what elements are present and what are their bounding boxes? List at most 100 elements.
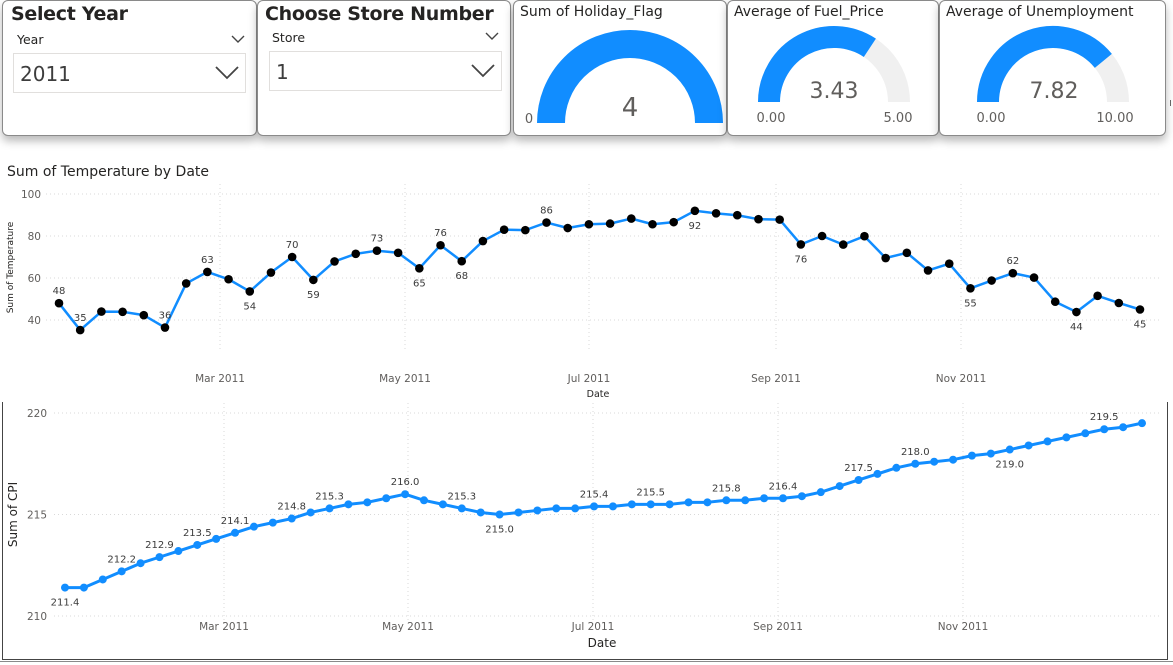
data-label: 219.5 xyxy=(1090,412,1119,423)
slicer-field-year: Year xyxy=(17,32,44,47)
divider xyxy=(0,661,1173,662)
data-point xyxy=(760,494,769,503)
data-label: 65 xyxy=(413,278,426,289)
x-tick-label: Nov 2011 xyxy=(938,621,989,633)
y-tick-label: 215 xyxy=(27,510,47,522)
store-dropdown[interactable]: 1 xyxy=(269,51,502,91)
data-point xyxy=(478,236,488,246)
x-tick-label: May 2011 xyxy=(379,373,431,385)
x-tick-label: Mar 2011 xyxy=(195,373,245,385)
data-point xyxy=(155,553,164,562)
data-label: 216.4 xyxy=(769,481,798,492)
data-point xyxy=(542,218,551,227)
x-axis-title: Date xyxy=(587,389,610,400)
data-label: 219.0 xyxy=(995,460,1024,471)
data-point xyxy=(382,494,391,503)
data-point xyxy=(457,256,467,266)
data-point xyxy=(372,246,382,255)
temperature-line-chart: 40 60 80 100 Mar 2011 May 2011 Jul 2011 Sep 201… xyxy=(6,184,1160,400)
x-tick-label: May 2011 xyxy=(382,621,434,633)
data-point xyxy=(1138,419,1146,428)
data-point xyxy=(1050,297,1060,307)
data-point xyxy=(881,253,890,263)
data-point xyxy=(923,266,933,275)
data-point xyxy=(117,567,126,576)
data-point xyxy=(816,488,825,497)
unemployment-gauge: Average of Unemployment 7.82 0.00 10.00 xyxy=(939,0,1166,136)
data-point xyxy=(330,257,339,266)
data-point xyxy=(79,583,88,592)
data-point xyxy=(669,217,678,227)
gauge-value: 7.82 xyxy=(1030,79,1079,104)
data-point xyxy=(212,534,221,543)
data-point xyxy=(1043,437,1052,446)
store-slicer: Choose Store Number Store 1 xyxy=(257,0,511,136)
data-point xyxy=(521,225,530,235)
data-point xyxy=(944,259,954,269)
data-point xyxy=(1135,305,1145,314)
data-point xyxy=(287,252,297,262)
data-point xyxy=(775,215,784,224)
data-point xyxy=(690,206,700,216)
data-point xyxy=(796,240,806,249)
data-point xyxy=(860,231,869,241)
data-label: 92 xyxy=(689,221,702,232)
data-label: 70 xyxy=(286,240,299,251)
data-label: 212.9 xyxy=(145,540,174,551)
data-point xyxy=(873,469,882,478)
x-tick-label: Sep 2011 xyxy=(751,373,801,385)
data-point xyxy=(393,248,403,258)
y-axis-title: Sum of Temperature xyxy=(6,221,16,313)
data-point xyxy=(648,219,657,229)
data-point xyxy=(75,325,85,335)
data-point xyxy=(118,307,127,317)
gauge-value: 3.43 xyxy=(810,79,859,104)
series-line xyxy=(65,421,1143,590)
data-label: 211.4 xyxy=(51,598,80,609)
data-point xyxy=(1005,445,1014,454)
side-divider xyxy=(1170,100,1171,106)
data-point xyxy=(732,210,742,220)
data-point xyxy=(590,502,599,511)
cpi-line-chart: 210 215 220 Mar 2011 May 2011 Jul 2011 Sep 201… xyxy=(6,403,1162,650)
data-point xyxy=(571,504,580,513)
x-tick-label: Sep 2011 xyxy=(753,621,803,633)
data-label: 215.4 xyxy=(580,489,609,500)
data-label: 62 xyxy=(1006,256,1019,267)
data-point xyxy=(436,240,445,250)
x-tick-label: Jul 2011 xyxy=(567,373,611,385)
data-point xyxy=(584,219,594,229)
data-label: 48 xyxy=(53,286,66,297)
y-tick-label: 80 xyxy=(28,231,41,243)
data-point xyxy=(499,225,509,234)
data-point xyxy=(181,279,191,288)
data-point xyxy=(892,463,901,472)
chevron-down-icon[interactable] xyxy=(230,34,246,44)
data-point xyxy=(351,249,361,259)
chevron-down-icon[interactable] xyxy=(484,31,500,41)
data-point xyxy=(193,540,202,549)
data-point xyxy=(1029,273,1039,282)
data-label: 55 xyxy=(964,298,977,309)
data-point xyxy=(231,528,240,537)
y-axis-title: Sum of CPI xyxy=(6,482,20,547)
data-point xyxy=(309,275,318,285)
data-point xyxy=(1062,433,1071,442)
gauge-value: 4 xyxy=(622,93,639,123)
year-dropdown[interactable]: 2011 xyxy=(13,53,246,93)
data-point xyxy=(514,508,523,517)
series-line xyxy=(58,209,1141,332)
data-point xyxy=(949,455,958,464)
data-point xyxy=(98,575,107,584)
data-label: 212.2 xyxy=(107,554,136,565)
data-point xyxy=(835,482,844,491)
data-label: 217.5 xyxy=(844,463,873,474)
data-point xyxy=(136,559,145,568)
data-point xyxy=(646,500,655,509)
data-point xyxy=(838,240,848,249)
gauge-min: 0 xyxy=(525,112,533,127)
data-label: 215.8 xyxy=(712,483,741,494)
data-point xyxy=(476,508,485,517)
data-point xyxy=(415,264,424,273)
data-point xyxy=(224,274,233,284)
